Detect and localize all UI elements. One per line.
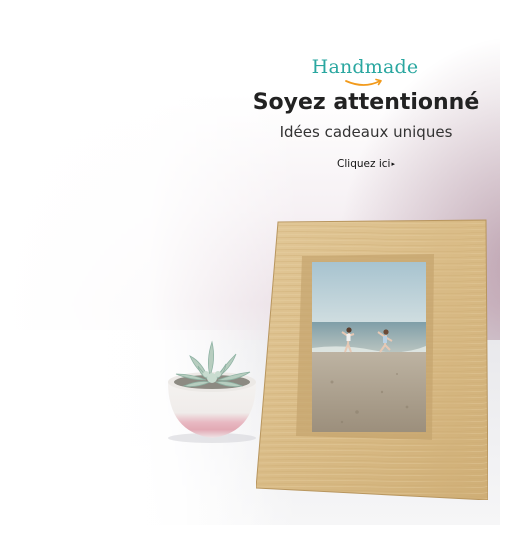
caret-right-icon: ▸ bbox=[391, 160, 395, 168]
cta-link[interactable]: Cliquez ici▸ bbox=[326, 158, 406, 170]
promo-banner[interactable] bbox=[0, 0, 500, 525]
beach-photo bbox=[312, 262, 426, 432]
handmade-logo-text: Handmade bbox=[311, 56, 419, 78]
banner-headline: Soyez attentionné bbox=[252, 90, 480, 115]
cta-label[interactable]: Cliquez ici bbox=[337, 158, 390, 170]
succulent-pot-image bbox=[160, 330, 270, 445]
amazon-smile-icon bbox=[345, 78, 382, 86]
picture-frame-image bbox=[256, 218, 488, 500]
banner-subheading: Idées cadeaux uniques bbox=[279, 123, 453, 141]
